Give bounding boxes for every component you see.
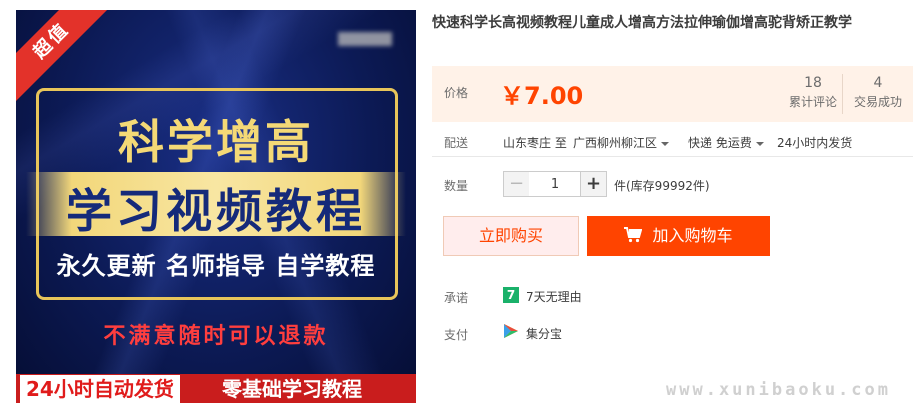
shipping-row: 配送 山东枣庄 至 广西柳州柳江区 快递 免运费 24小时内发货 xyxy=(432,124,913,157)
image-subheadline: 学习视频教程 xyxy=(66,184,366,238)
shipping-destination-select[interactable]: 广西柳州柳江区 xyxy=(573,134,670,151)
buy-now-button[interactable]: 立即购买 xyxy=(443,216,579,256)
image-features: 永久更新 名师指导 自学教程 xyxy=(56,252,376,280)
blurred-logo xyxy=(338,32,392,46)
jifenbao-icon xyxy=(504,324,518,338)
dispatch-time: 24小时内发货 xyxy=(777,136,853,150)
promise-text[interactable]: 7天无理由 xyxy=(526,288,582,305)
image-refund-note: 不满意随时可以退款 xyxy=(103,324,329,349)
sales-stat: 4 交易成功 xyxy=(845,74,911,112)
payment-label: 支付 xyxy=(444,328,469,342)
shipping-label: 配送 xyxy=(444,136,469,150)
image-headline: 科学增高 xyxy=(118,115,314,169)
shipping-destination: 广西柳州柳江区 xyxy=(573,136,658,150)
image-beginner-course: 零基础学习教程 xyxy=(222,377,362,401)
payment-text: 集分宝 xyxy=(526,327,563,341)
chevron-down-icon xyxy=(755,141,764,146)
product-title: 快速科学长高视频教程儿童成人增高方法拉伸瑜伽增高驼背矫正教学 xyxy=(432,15,852,31)
quantity-increase-button[interactable]: + xyxy=(580,171,607,197)
add-to-cart-button[interactable]: 加入购物车 xyxy=(587,216,770,256)
price-label: 价格 xyxy=(444,86,469,100)
stat-divider xyxy=(842,74,843,114)
quantity-decrease-button[interactable]: − xyxy=(503,171,530,197)
shipping-method: 快递 免运费 xyxy=(688,136,752,150)
shipping-from: 山东枣庄 至 xyxy=(503,136,567,150)
quantity-label: 数量 xyxy=(444,179,469,193)
site-watermark: www.xunibaoku.com xyxy=(666,380,891,400)
price-box: 价格 ￥7.00 18 累计评论 4 交易成功 xyxy=(432,66,913,122)
add-to-cart-label: 加入购物车 xyxy=(652,226,733,245)
seven-day-badge-icon: 7 xyxy=(503,287,519,303)
price-value: ￥7.00 xyxy=(500,82,584,110)
review-stat[interactable]: 18 累计评论 xyxy=(780,74,846,112)
sales-label: 交易成功 xyxy=(853,95,902,109)
quantity-input[interactable] xyxy=(529,171,581,197)
stock-text: 件(库存99992件) xyxy=(614,179,710,193)
product-main-image[interactable]: 超值 科学增高 学习视频教程 永久更新 名师指导 自学教程 不满意随时可以退款 … xyxy=(16,10,416,403)
shopping-cart-icon xyxy=(624,227,643,243)
shipping-method-select[interactable]: 快递 免运费 xyxy=(688,134,764,151)
chevron-down-icon xyxy=(661,141,670,146)
review-count: 18 xyxy=(804,75,822,91)
review-label: 累计评论 xyxy=(788,95,837,109)
image-auto-delivery: 24小时自动发货 xyxy=(20,375,180,403)
promise-label: 承诺 xyxy=(444,291,469,305)
sales-count: 4 xyxy=(873,75,883,91)
